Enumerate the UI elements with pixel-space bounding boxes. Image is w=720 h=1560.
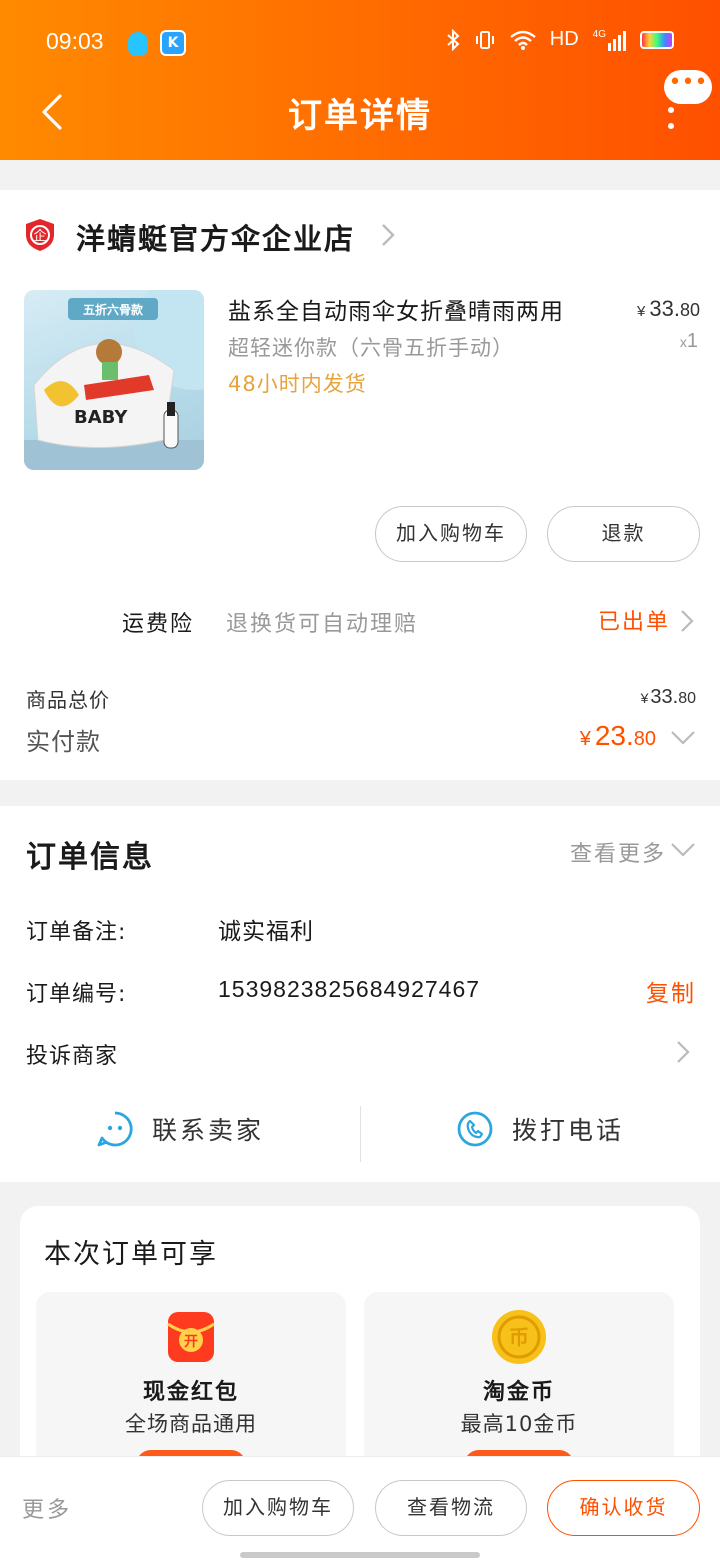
- goods-total-label: 商品总价: [26, 688, 110, 712]
- phone-icon: [457, 1111, 493, 1147]
- item-add-to-cart-button[interactable]: 加入购物车: [375, 506, 527, 562]
- goods-dec: 80: [678, 690, 696, 707]
- paid-amount-value: ¥23.80: [580, 720, 656, 752]
- network-type-label: 4G: [592, 28, 606, 40]
- wifi-icon: [509, 30, 536, 50]
- shop-badge-text: 企: [33, 228, 46, 244]
- shipping-insurance-status[interactable]: 已出单: [598, 604, 670, 636]
- price-dec: 80: [679, 300, 700, 320]
- chat-face-icon: [97, 1111, 133, 1147]
- confirm-receipt-button[interactable]: 确认收货: [547, 1480, 700, 1536]
- shipping-insurance-label: 运费险: [122, 612, 195, 637]
- status-time: 09:03: [46, 28, 104, 54]
- call-phone-label: 拨打电话: [512, 1116, 625, 1145]
- chevron-down-icon[interactable]: [670, 730, 696, 746]
- benefit-name: 淘金币: [482, 1380, 555, 1405]
- product-sku: 超轻迷你款（六骨五折手动）: [228, 336, 514, 360]
- price-int: 33.: [649, 296, 680, 321]
- network-label: HD: [549, 28, 579, 50]
- signal-icon: 4G: [593, 29, 626, 51]
- gold-coin-icon-text: 币: [509, 1325, 529, 1349]
- paid-int: 23.: [594, 720, 634, 751]
- order-number-label: 订单编号:: [26, 982, 127, 1007]
- enterprise-shop-badge-icon: 企: [26, 219, 54, 251]
- chevron-right-icon[interactable]: [380, 222, 396, 248]
- goods-int: 33.: [650, 686, 679, 708]
- qty-value: 1: [686, 330, 698, 352]
- chevron-right-icon[interactable]: [676, 1040, 690, 1064]
- view-logistics-button[interactable]: 查看物流: [375, 1480, 527, 1536]
- complaint-merchant-link[interactable]: 投诉商家: [26, 1038, 118, 1070]
- contact-seller-button[interactable]: 联系卖家: [96, 1110, 264, 1148]
- order-number-value: 1539823825684927467: [218, 976, 481, 1002]
- paid-amount-label: 实付款: [26, 728, 101, 756]
- vibrate-icon: [475, 30, 494, 49]
- divider: [360, 1106, 361, 1162]
- benefits-title: 本次订单可享: [44, 1239, 218, 1270]
- notification-k-icon: K: [160, 30, 186, 56]
- message-bubble-icon[interactable]: •••: [664, 70, 712, 104]
- red-packet-icon: 开: [167, 1312, 215, 1362]
- notification-app-icon: [128, 32, 148, 56]
- benefit-desc: 全场商品通用: [125, 1412, 257, 1436]
- app-header: 09:03 K HD 4G 订单详情 •••: [0, 0, 720, 160]
- more-options-icon[interactable]: [666, 106, 676, 130]
- refund-button[interactable]: 退款: [547, 506, 700, 562]
- product-quantity: x1: [680, 330, 698, 353]
- product-price: ¥33.80: [637, 296, 700, 322]
- benefit-name: 现金红包: [142, 1380, 239, 1405]
- chevron-down-icon[interactable]: [670, 842, 696, 858]
- gold-coin-icon: 币: [492, 1310, 546, 1364]
- status-bar: 09:03 K HD 4G: [0, 24, 720, 64]
- status-icons: HD 4G: [446, 28, 674, 51]
- battery-icon: [640, 30, 674, 49]
- order-remark-value: 诚实福利: [218, 919, 314, 945]
- order-info-title: 订单信息: [26, 840, 154, 875]
- goods-total-value: ¥33.80: [641, 686, 696, 709]
- copy-order-number-button[interactable]: 复制: [646, 974, 696, 1008]
- call-phone-button[interactable]: 拨打电话: [456, 1110, 624, 1148]
- more-actions-link[interactable]: 更多: [22, 1492, 72, 1524]
- contact-seller-label: 联系卖家: [152, 1116, 265, 1145]
- paid-symbol: ¥: [579, 728, 591, 750]
- qty-prefix: x: [679, 334, 687, 350]
- order-remark-label: 订单备注:: [26, 920, 127, 945]
- view-more-link[interactable]: 查看更多: [570, 836, 666, 868]
- product-title[interactable]: 盐系全自动雨伞女折叠晴雨两用: [228, 292, 564, 326]
- page-title: 订单详情: [288, 96, 432, 136]
- product-image[interactable]: BABY 五折六骨款: [24, 290, 204, 470]
- goods-symbol: ¥: [640, 690, 649, 706]
- bottom-add-to-cart-button[interactable]: 加入购物车: [202, 1480, 354, 1536]
- bluetooth-icon: [447, 28, 460, 51]
- shipping-insurance-desc: 退换货可自动理赔: [226, 612, 419, 637]
- umbrella-illustration: BABY 五折六骨款: [24, 290, 204, 470]
- shop-name[interactable]: 洋蜻蜓官方伞企业店: [76, 216, 355, 258]
- chevron-right-icon[interactable]: [680, 609, 694, 633]
- product-image-text: BABY: [74, 407, 128, 428]
- product-image-banner: 五折六骨款: [83, 302, 144, 317]
- paid-dec: 80: [633, 728, 656, 750]
- benefit-desc: 最高10金币: [460, 1412, 578, 1436]
- red-packet-icon-text: 开: [184, 1334, 198, 1350]
- price-symbol: ¥: [637, 303, 646, 320]
- product-shipping-note: 48小时内发货: [228, 372, 367, 396]
- home-indicator[interactable]: [240, 1552, 480, 1558]
